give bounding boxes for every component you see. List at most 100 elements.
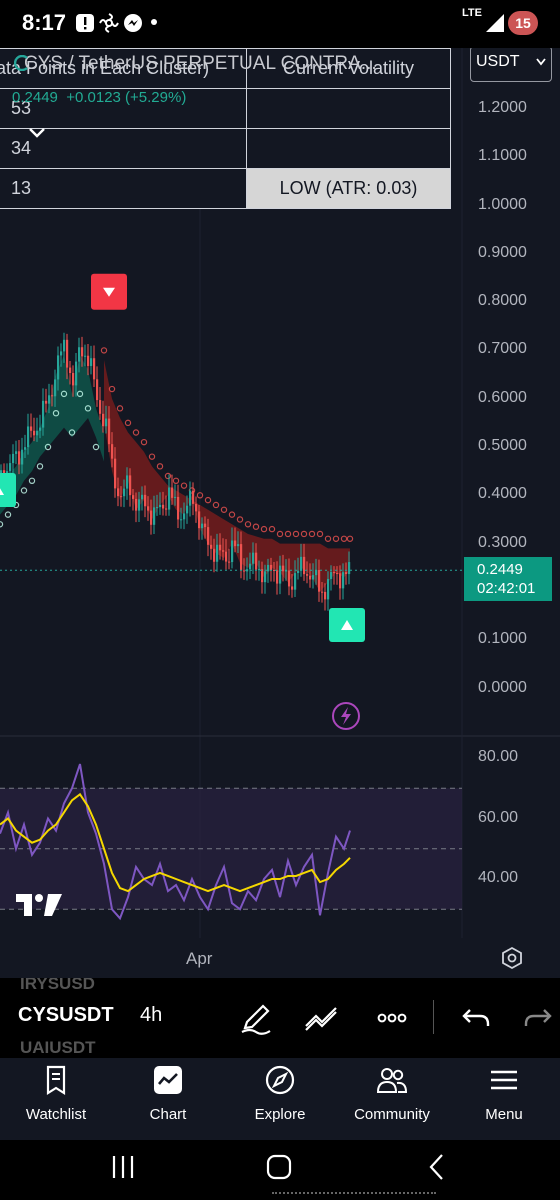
candle-body (78, 347, 81, 362)
candle-body (252, 552, 255, 564)
candle-body (210, 544, 213, 549)
candle-body (276, 570, 279, 584)
last-price: 0.2449 (12, 89, 58, 106)
chart-settings-icon[interactable] (500, 946, 524, 970)
chart-area[interactable]: Data Points in Each Cluster) Current Vol… (0, 48, 560, 978)
trailing-stop-dot (92, 443, 100, 451)
price-axis-label: 0.1000 (478, 630, 527, 648)
trailing-stop-dot (108, 385, 116, 393)
candle-body (192, 490, 195, 504)
home-indicator (272, 1192, 436, 1194)
compass-icon (265, 1065, 295, 1095)
candle-body (9, 463, 12, 472)
watchlist-icon (46, 1065, 66, 1095)
candle-body (45, 400, 48, 404)
candle-body (84, 355, 87, 357)
candle-body (24, 447, 27, 450)
trailing-stop-dot (204, 496, 212, 504)
nav-explore[interactable]: Explore (224, 1058, 336, 1140)
candle-body (57, 355, 60, 380)
cluster-volatility (246, 128, 451, 169)
price-axis-label: 0.5000 (478, 437, 527, 454)
price-axis-label: 1.2000 (478, 98, 527, 116)
candle-body (333, 572, 336, 574)
trailing-stop-dot (20, 487, 28, 494)
candle-body (348, 562, 351, 575)
symbol-list-prev[interactable]: IRYSUSD (20, 978, 95, 994)
nav-community[interactable]: Community (336, 1058, 448, 1140)
candle-body (213, 548, 216, 562)
price-axis-label: 1.0000 (478, 195, 527, 213)
chart-icon (154, 1066, 182, 1094)
system-navigation-bar (0, 1140, 560, 1200)
trailing-stop-dot (140, 438, 148, 446)
candle-body (102, 413, 105, 427)
more-icon[interactable] (372, 998, 412, 1038)
interval-button[interactable]: 4h (140, 1004, 162, 1027)
candle-body (114, 458, 117, 489)
candle-body (201, 523, 204, 529)
drawing-tool-icon[interactable] (236, 998, 276, 1038)
back-icon[interactable] (422, 1152, 452, 1182)
home-icon[interactable] (264, 1152, 294, 1182)
trailing-stop-dot (220, 506, 228, 513)
lightning-icon[interactable] (331, 701, 361, 731)
candle-body (90, 358, 93, 366)
trailing-stop-dot (148, 453, 156, 460)
trailing-stop-dot (212, 501, 220, 509)
candle-body (336, 573, 339, 575)
candle-body (54, 379, 57, 397)
candle-body (87, 355, 90, 366)
candle-body (72, 372, 75, 386)
candle-body (165, 508, 168, 510)
price-axis-label: 1.1000 (478, 147, 527, 165)
symbol-button[interactable]: CYSUSDT (18, 1004, 114, 1027)
candle-body (117, 488, 120, 497)
collapse-legend-button[interactable] (22, 118, 52, 148)
candle-body (144, 494, 147, 507)
candle-body (135, 498, 138, 511)
recent-apps-icon[interactable] (108, 1152, 138, 1182)
candle-body (69, 367, 72, 373)
nav-label: Watchlist (25, 1106, 87, 1123)
candle-body (105, 418, 108, 427)
candle-body (297, 570, 300, 574)
toolbar-divider (433, 1000, 434, 1034)
trailing-stop-dot (324, 535, 332, 542)
candle-body (138, 499, 141, 511)
candle-body (189, 490, 192, 506)
redo-icon[interactable] (518, 998, 558, 1038)
candle-body (75, 361, 78, 386)
candle-body (279, 565, 282, 584)
candle-body (342, 572, 345, 589)
trailing-stop-dot (36, 463, 44, 470)
nav-chart[interactable]: Chart (112, 1058, 224, 1140)
trailing-stop-dot (332, 535, 340, 542)
nav-watchlist[interactable]: Watchlist (0, 1058, 112, 1140)
oscillator-band (0, 788, 462, 910)
price-axis-label: 0.3000 (478, 533, 527, 551)
candle-body (18, 451, 21, 465)
battery-level: 15 (508, 11, 538, 35)
trailing-stop-dot (244, 521, 252, 528)
nav-label: Community (354, 1106, 430, 1123)
symbol-list-next[interactable]: UAIUSDT (20, 1038, 96, 1058)
candle-body (150, 510, 153, 525)
candle-body (261, 569, 264, 583)
current-price-tag: 0.2449 02:42:01 (464, 557, 552, 601)
currency-selector[interactable]: USDT (470, 48, 552, 82)
candle-body (15, 451, 18, 454)
nav-menu[interactable]: Menu (448, 1058, 560, 1140)
candle-body (36, 430, 39, 436)
symbol-title[interactable]: CYS / TetherUS PERPETUAL CONTRA... (24, 53, 377, 75)
candle-body (27, 426, 30, 448)
candle-body (309, 575, 312, 580)
notification-dot-icon (151, 19, 157, 25)
nav-label: Explore (254, 1106, 306, 1123)
undo-icon[interactable] (456, 998, 496, 1038)
candle-body (225, 551, 228, 562)
cluster-volatility (246, 88, 451, 129)
indicators-icon[interactable] (302, 998, 342, 1038)
candle-body (300, 556, 303, 571)
trailing-stop-dot (116, 405, 124, 412)
